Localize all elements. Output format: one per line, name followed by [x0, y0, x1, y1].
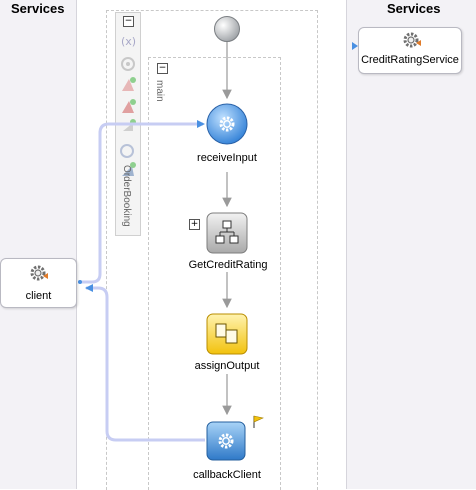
receive-input-activity[interactable]	[206, 103, 250, 147]
callback-client-activity[interactable]	[206, 421, 248, 463]
assign-output-label: assignOutput	[194, 360, 260, 372]
get-credit-rating-label: GetCreditRating	[188, 259, 268, 271]
get-credit-rating-scope[interactable]	[206, 212, 250, 256]
service-gear-icon	[403, 32, 421, 48]
service-gear-icon	[30, 265, 48, 281]
flag-icon	[253, 415, 264, 428]
assign-output-activity[interactable]	[206, 313, 250, 357]
expand-scope-icon[interactable]: +	[189, 219, 200, 230]
client-label: client	[25, 290, 52, 302]
receive-input-label: receiveInput	[197, 152, 257, 164]
client-partner-link[interactable]: client	[0, 258, 77, 308]
callback-client-label: callbackClient	[193, 469, 261, 481]
credit-rating-service-label: CreditRatingService	[361, 54, 459, 66]
start-node[interactable]	[213, 15, 241, 43]
credit-rating-service-partner-link[interactable]: CreditRatingService	[358, 27, 462, 74]
